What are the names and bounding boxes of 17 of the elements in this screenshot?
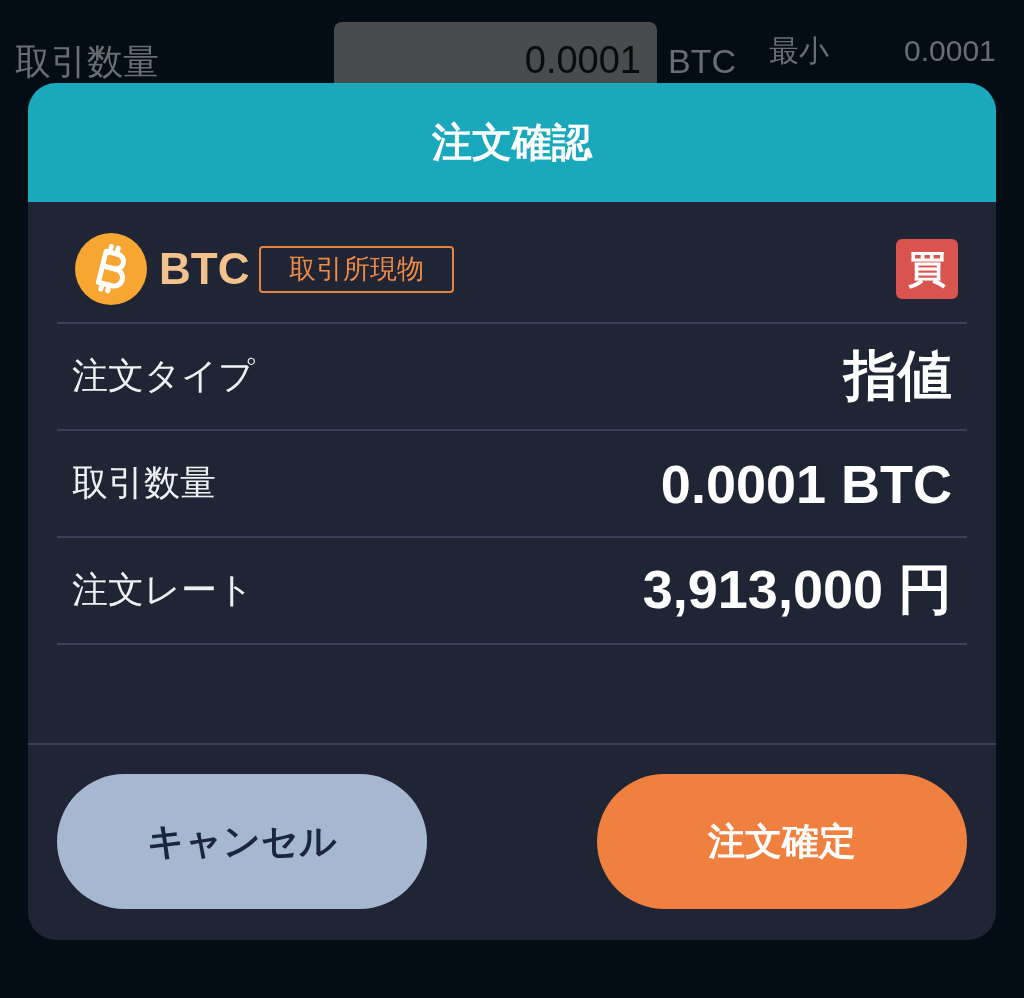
side-badge: 買 [896,239,958,299]
minimum-value: 0.0001 [904,34,996,68]
bitcoin-coin-icon [75,233,147,305]
row-label: 注文タイプ [72,354,255,398]
row-label: 取引数量 [72,461,216,505]
row-value: 3,913,000 円 [642,558,952,621]
dialog-title: 注文確認 [432,119,592,166]
row-value: 指値 [844,344,952,407]
unit-label: BTC [668,42,737,80]
cancel-button[interactable]: キャンセル [57,774,427,909]
quantity-label: 取引数量 [15,42,160,82]
coin-symbol: BTC [159,244,250,294]
row-value: 0.0001 BTC [660,452,952,515]
minimum-label: 最小 [769,34,830,68]
row-label: 注文レート [72,568,254,612]
market-tag: 取引所現物 [259,245,455,293]
confirm-button[interactable]: 注文確定 [597,774,967,909]
